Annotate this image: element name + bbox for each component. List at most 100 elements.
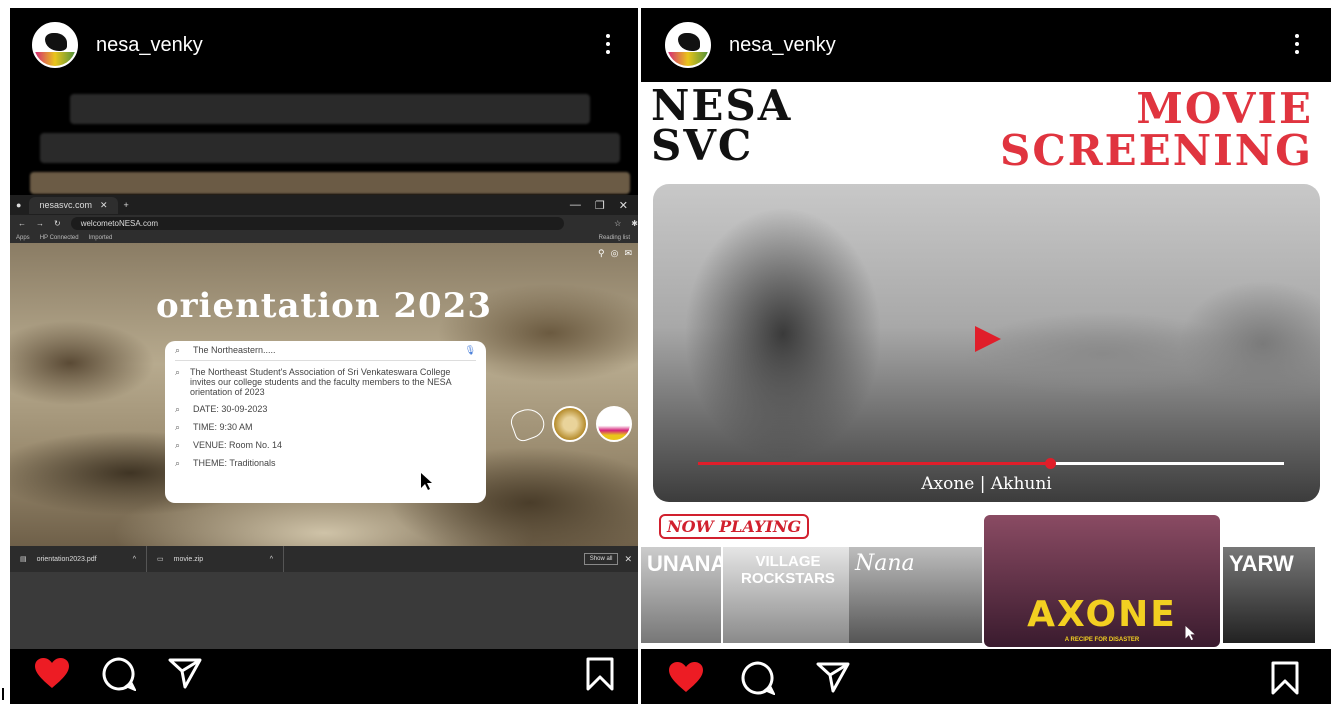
- heart-icon[interactable]: [34, 657, 70, 689]
- video-title: Axone | Akhuni: [921, 474, 1052, 494]
- progress-fill: [698, 462, 1050, 465]
- bird-logo-icon: [678, 33, 700, 51]
- chrome-icon: ●: [16, 200, 22, 210]
- post-movie-screening: nesa_venky NESA SVC MOVIE SCREENING Axon…: [641, 8, 1331, 704]
- suggestion[interactable]: ⌕ TIME: 9:30 AM: [175, 422, 476, 433]
- title-line: NESA: [651, 81, 793, 130]
- search-icon: ⌕: [175, 404, 181, 414]
- page-headline: orientation 2023: [155, 286, 493, 326]
- search-input[interactable]: ⌕ The Northeastern..... 🎙: [175, 345, 476, 361]
- title-line: MOVIE: [1136, 84, 1313, 133]
- new-tab-icon[interactable]: +: [124, 200, 129, 210]
- movie-thumbnail[interactable]: UNANA: [641, 547, 721, 643]
- share-icon[interactable]: [168, 657, 202, 689]
- bookmark-icon[interactable]: [586, 657, 614, 691]
- movie-thumbnail[interactable]: YARW: [1223, 547, 1315, 643]
- movie-carousel: UNANA VILLAGE ROCKSTARS Nana AXONE A REC…: [641, 513, 1331, 651]
- search-icon: ⌕: [175, 367, 181, 377]
- instagram-icon[interactable]: ◎: [611, 248, 619, 259]
- avatar[interactable]: [32, 22, 78, 68]
- more-options-icon[interactable]: [1293, 30, 1301, 58]
- blurred-window: [30, 172, 630, 194]
- downloads-bar: ▤ orientation2023.pdf ^ ▭ movie.zip ^ Show a…: [10, 546, 638, 572]
- download-filename: movie.zip: [173, 555, 204, 563]
- post-orientation: nesa_venky ● nesasvc.com ✕ + — ❐ ✕ ← → ↻ we…: [10, 8, 638, 704]
- maximize-icon[interactable]: ❐: [595, 199, 605, 212]
- thumbnail-title: Nana: [855, 551, 915, 576]
- nesa-svc-title: NESA SVC: [651, 81, 793, 170]
- reading-list[interactable]: Reading list: [599, 235, 630, 241]
- username[interactable]: nesa_venky: [96, 34, 203, 57]
- close-icon[interactable]: ✕: [624, 554, 632, 565]
- bookmark-apps[interactable]: Apps: [16, 235, 30, 241]
- reload-icon[interactable]: ↻: [54, 219, 61, 228]
- movie-thumbnail[interactable]: Nana: [849, 547, 985, 643]
- landscape-background: ⚲ ◎ ✉ orientation 2023 ⌕ The Northeastern.…: [10, 243, 638, 546]
- back-icon[interactable]: ←: [18, 219, 26, 228]
- search-query: The Northeastern.....: [193, 345, 276, 355]
- divider: [2, 688, 4, 700]
- bird-logo-icon: [45, 33, 67, 51]
- mail-icon[interactable]: ✉: [624, 248, 632, 259]
- post-actions: [641, 649, 1331, 704]
- comment-icon[interactable]: [102, 657, 136, 691]
- download-item[interactable]: ▤ orientation2023.pdf ^: [10, 546, 147, 572]
- blurred-window: [40, 133, 620, 163]
- chevron-up-icon[interactable]: ^: [270, 556, 273, 563]
- star-icon[interactable]: ☆: [614, 219, 621, 228]
- mic-icon[interactable]: 🎙: [465, 345, 476, 356]
- title-line: SVC: [651, 121, 754, 170]
- more-options-icon[interactable]: [604, 30, 612, 58]
- college-emblem-icon: [552, 406, 588, 442]
- download-item[interactable]: ▭ movie.zip ^: [147, 546, 284, 572]
- pdf-icon: ▤: [20, 556, 27, 563]
- thumbnail-title: VILLAGE ROCKSTARS: [741, 553, 835, 587]
- suggestion-text: TIME: 9:30 AM: [193, 422, 253, 432]
- tab-title: nesasvc.com: [39, 200, 92, 210]
- video-progress-bar[interactable]: [698, 458, 1284, 469]
- bookmark-hp-connected[interactable]: HP Connected: [40, 235, 79, 241]
- suggestion[interactable]: ⌕ DATE: 30-09-2023: [175, 404, 476, 415]
- address-bar: ← → ↻ welcometoNESA.com ☆ ✱: [10, 215, 638, 232]
- close-icon[interactable]: ✕: [100, 200, 108, 211]
- chevron-up-icon[interactable]: ^: [133, 556, 136, 563]
- bookmark-icon[interactable]: [1271, 661, 1299, 695]
- thumbnail-title: UNANA: [647, 551, 721, 576]
- suggestion-text: VENUE: Room No. 14: [193, 440, 283, 450]
- show-all-button[interactable]: Show all: [583, 553, 619, 565]
- scrubber-handle[interactable]: [1044, 458, 1056, 469]
- username[interactable]: nesa_venky: [729, 34, 836, 57]
- play-icon[interactable]: [975, 326, 1001, 352]
- cursor-icon: [1185, 626, 1195, 641]
- suggestion-text: DATE: 30-09-2023: [193, 404, 268, 414]
- social-icons: ⚲ ◎ ✉: [598, 248, 632, 259]
- suggestion[interactable]: ⌕ THEME: Traditionals: [175, 458, 476, 469]
- movie-screening-title: MOVIE SCREENING: [1000, 88, 1313, 172]
- minimize-icon[interactable]: —: [570, 199, 581, 212]
- heart-icon[interactable]: [667, 661, 705, 693]
- search-icon: ⌕: [175, 345, 181, 355]
- close-window-icon[interactable]: ✕: [619, 199, 628, 212]
- zip-icon: ▭: [157, 556, 164, 563]
- movie-thumbnail-selected[interactable]: AXONE A RECIPE FOR DISASTER: [982, 513, 1222, 649]
- post-actions: [10, 649, 638, 704]
- location-icon[interactable]: ⚲: [598, 248, 605, 259]
- northeast-map-icon: [507, 404, 549, 444]
- bookmarks-bar: Apps HP Connected Imported Reading list: [10, 232, 638, 243]
- url-field[interactable]: welcometoNESA.com: [70, 217, 565, 230]
- bookmark-imported[interactable]: Imported: [89, 235, 113, 241]
- search-icon: ⌕: [175, 440, 181, 450]
- movie-thumbnail[interactable]: VILLAGE ROCKSTARS: [723, 547, 849, 643]
- cursor-icon: [421, 473, 432, 490]
- nesa-logo-icon: [596, 406, 632, 442]
- extensions-icon[interactable]: ✱: [631, 219, 638, 228]
- post-header: nesa_venky: [10, 8, 638, 82]
- suggestion[interactable]: ⌕ VENUE: Room No. 14: [175, 440, 476, 451]
- avatar[interactable]: [665, 22, 711, 68]
- tab-nesasvc[interactable]: nesasvc.com ✕: [29, 196, 118, 214]
- comment-icon[interactable]: [741, 661, 775, 695]
- video-player[interactable]: Axone | Akhuni: [653, 184, 1320, 502]
- forward-icon[interactable]: →: [36, 219, 44, 228]
- suggestion[interactable]: ⌕ The Northeast Student's Association of …: [175, 367, 476, 397]
- share-icon[interactable]: [815, 661, 851, 693]
